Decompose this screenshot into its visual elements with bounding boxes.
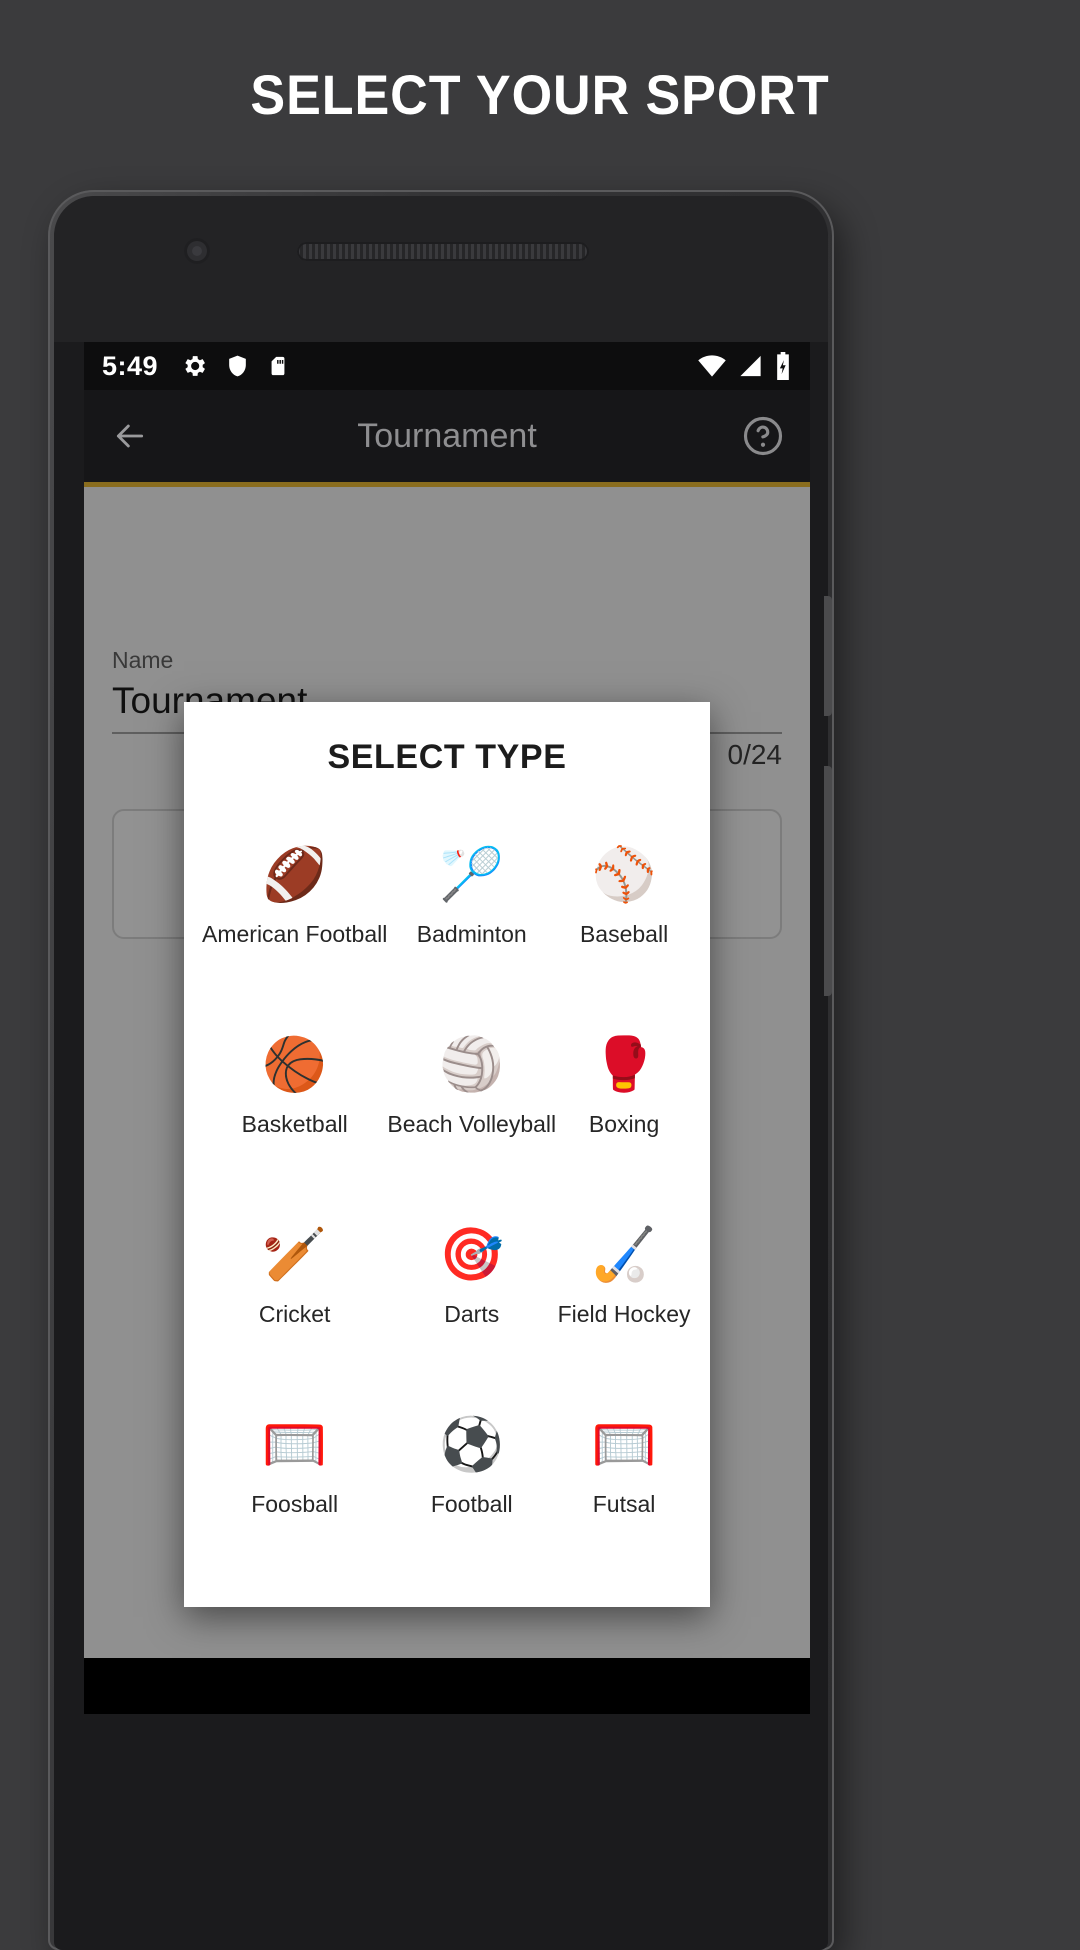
status-right-icons bbox=[697, 352, 792, 380]
sport-option[interactable]: 🏐 Beach Volleyball bbox=[387, 1007, 556, 1197]
shield-icon bbox=[229, 355, 246, 377]
sport-option-label: Cricket bbox=[258, 1301, 331, 1327]
status-time: 5:49 bbox=[102, 350, 159, 381]
status-bar: 5:49 bbox=[84, 342, 810, 390]
sport-option[interactable]: 🏀 Basketball bbox=[202, 1007, 387, 1197]
sport-option[interactable]: 🏑 Field Hockey bbox=[556, 1197, 692, 1387]
sport-option[interactable]: 🥅 Futsal bbox=[556, 1387, 692, 1577]
sport-option[interactable]: ⚽ Football bbox=[387, 1387, 556, 1577]
darts-icon: 🎯 bbox=[439, 1226, 505, 1284]
dialog-title: SELECT TYPE bbox=[327, 738, 567, 776]
sport-option-label: Beach Volleyball bbox=[387, 1111, 557, 1137]
sport-option-label: Badminton bbox=[416, 921, 527, 947]
phone-device-frame: 5:49 Tournament Name Tournament 0/24 SEL… bbox=[48, 190, 834, 1950]
cricket-icon: 🏏 bbox=[262, 1226, 328, 1284]
battery-charging-icon bbox=[777, 352, 789, 380]
gear-icon bbox=[185, 356, 206, 376]
badminton-icon: 🏸 bbox=[439, 846, 505, 904]
sport-option-label: Futsal bbox=[592, 1491, 656, 1517]
sport-option-label: Darts bbox=[444, 1301, 500, 1327]
field-hockey-icon: 🏑 bbox=[591, 1226, 657, 1284]
futsal-icon: 🥅 bbox=[591, 1416, 657, 1474]
status-left-icons bbox=[180, 352, 289, 380]
volume-button[interactable] bbox=[824, 596, 832, 716]
sport-option[interactable]: 🏏 Cricket bbox=[202, 1197, 387, 1387]
phone-top-bezel bbox=[54, 196, 828, 342]
front-camera-icon bbox=[184, 238, 210, 264]
baseball-icon: ⚾ bbox=[591, 846, 657, 904]
sport-option-label: Basketball bbox=[241, 1111, 348, 1137]
select-type-dialog: SELECT TYPE 🏈 American Football 🏸 Badminton… bbox=[184, 702, 710, 1607]
sport-option-label: Baseball bbox=[579, 921, 669, 947]
phone-device-inner: 5:49 Tournament Name Tournament 0/24 SEL… bbox=[54, 196, 832, 1950]
sport-option[interactable]: 🥅 Foosball bbox=[202, 1387, 387, 1577]
sport-option-label: Field Hockey bbox=[557, 1301, 691, 1327]
sport-option[interactable]: 🥊 Boxing bbox=[556, 1007, 692, 1197]
boxing-icon: 🥊 bbox=[591, 1036, 657, 1094]
sport-option[interactable]: ⚾ Baseball bbox=[556, 817, 692, 1007]
sport-option-label: Football bbox=[430, 1491, 513, 1517]
system-navigation-bar bbox=[84, 1658, 810, 1714]
sport-option-label: Boxing bbox=[588, 1111, 660, 1137]
foosball-icon: 🥅 bbox=[262, 1416, 328, 1474]
sport-grid: 🏈 American Football 🏸 Badminton ⚾ Baseball 🏀 Ba… bbox=[184, 777, 710, 1577]
toolbar-title: Tournament bbox=[357, 416, 537, 455]
sport-option-label: Foosball bbox=[251, 1491, 339, 1517]
sport-option-label: American Football bbox=[202, 921, 388, 947]
sport-option[interactable]: 🏈 American Football bbox=[202, 817, 387, 1007]
earpiece-speaker bbox=[297, 242, 589, 261]
app-toolbar: Tournament bbox=[84, 390, 810, 482]
sd-card-icon bbox=[271, 356, 285, 376]
phone-screen: 5:49 Tournament Name Tournament 0/24 SEL… bbox=[84, 342, 810, 1714]
sport-option[interactable]: 🏸 Badminton bbox=[387, 817, 556, 1007]
basketball-icon: 🏀 bbox=[262, 1036, 328, 1094]
help-circle-icon[interactable] bbox=[742, 415, 784, 457]
page-title: SELECT YOUR SPORT bbox=[250, 63, 830, 126]
american-football-icon: 🏈 bbox=[262, 846, 328, 904]
beach-volleyball-icon: 🏐 bbox=[439, 1036, 505, 1094]
power-button[interactable] bbox=[824, 766, 832, 996]
sport-option[interactable]: 🎯 Darts bbox=[387, 1197, 556, 1387]
football-icon: ⚽ bbox=[439, 1416, 505, 1474]
signal-icon bbox=[740, 355, 761, 377]
wifi-icon bbox=[698, 355, 726, 377]
